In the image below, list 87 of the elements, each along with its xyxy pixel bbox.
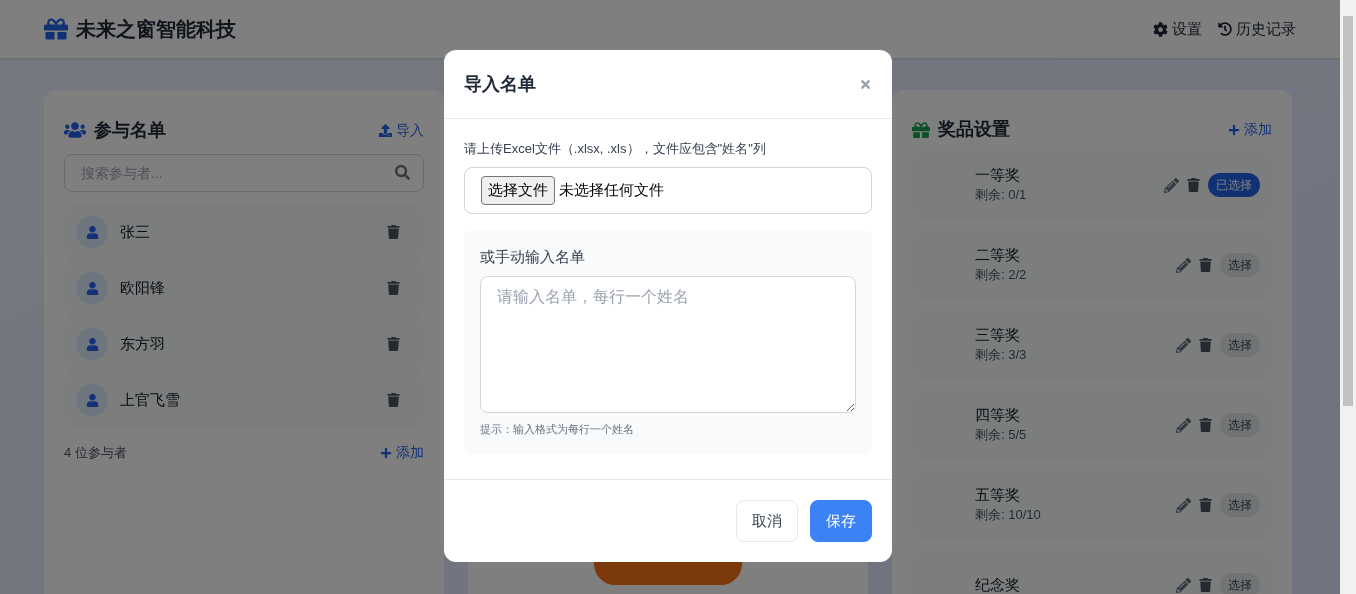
upload-instruction: 请上传Excel文件（.xlsx, .xls），文件应包含"姓名"列 xyxy=(464,140,767,158)
trash-icon xyxy=(387,281,400,295)
upload-icon xyxy=(379,123,392,137)
scrollbar[interactable] xyxy=(1340,0,1356,594)
delete-button[interactable] xyxy=(1199,578,1212,592)
select-button[interactable]: 选择 xyxy=(1220,413,1260,437)
delete-button[interactable] xyxy=(1199,498,1212,512)
file-status: 未选择任何文件 xyxy=(559,179,664,200)
avatar-icon xyxy=(76,272,108,304)
select-button[interactable]: 已选择 xyxy=(1208,173,1260,197)
trash-icon xyxy=(1199,338,1212,352)
import-button[interactable]: 导入 xyxy=(379,119,424,141)
trash-icon xyxy=(387,225,400,239)
panel-title: 奖品设置 xyxy=(938,118,1010,141)
plus-icon xyxy=(380,446,392,459)
prize-remaining: 剩余: 3/3 xyxy=(975,346,1027,364)
choose-file-button[interactable]: 选择文件 xyxy=(481,175,555,205)
select-button[interactable]: 选择 xyxy=(1220,253,1260,277)
nav-link[interactable]: 设置 xyxy=(1153,17,1202,41)
hint-text: 提示：输入格式为每行一个姓名 xyxy=(480,422,635,437)
prize-name: 纪念奖 xyxy=(975,575,1020,594)
trash-icon xyxy=(1199,418,1212,432)
dialog-button[interactable]: 保存 xyxy=(810,500,872,542)
edit-button[interactable] xyxy=(1176,497,1191,513)
prize-name: 五等奖 xyxy=(975,485,1021,505)
manual-label: 或手动输入名单 xyxy=(480,246,586,267)
avatar-icon xyxy=(76,384,108,416)
delete-button[interactable] xyxy=(387,337,400,351)
edit-button[interactable] xyxy=(1176,337,1191,353)
prize-name: 四等奖 xyxy=(975,405,1021,425)
trash-icon xyxy=(1199,258,1212,272)
edit-button[interactable] xyxy=(1176,417,1191,433)
dialog-button[interactable]: 取消 xyxy=(736,500,798,542)
trash-icon xyxy=(387,337,400,351)
file-input[interactable]: 选择文件 未选择任何文件 xyxy=(464,166,872,214)
participant-name: 欧阳锋 xyxy=(120,277,165,298)
pencil-icon xyxy=(1176,257,1191,273)
avatar-icon xyxy=(76,328,108,360)
add-button[interactable]: 添加 xyxy=(1228,119,1272,140)
settings-icon xyxy=(1153,21,1168,37)
participant-name: 上官飞雪 xyxy=(120,389,180,410)
trash-icon xyxy=(1187,178,1200,192)
select-button[interactable]: 选择 xyxy=(1220,333,1260,357)
prize-remaining: 剩余: 5/5 xyxy=(975,426,1027,444)
close-button[interactable] xyxy=(859,77,872,91)
pencil-icon xyxy=(1176,337,1191,353)
participant-count: 4 位参与者 xyxy=(64,443,127,462)
pencil-icon xyxy=(1164,177,1179,193)
prize-remaining: 剩余: 2/2 xyxy=(975,266,1027,284)
pencil-icon xyxy=(1176,497,1191,513)
plus-icon xyxy=(1228,123,1240,136)
dialog-title: 导入名单 xyxy=(464,72,536,96)
delete-button[interactable] xyxy=(1199,258,1212,272)
add-button[interactable]: 添加 xyxy=(380,442,424,463)
participant-name: 东方羽 xyxy=(120,333,165,354)
delete-button[interactable] xyxy=(387,393,400,407)
trash-icon xyxy=(1199,498,1212,512)
select-button[interactable]: 选择 xyxy=(1220,573,1260,594)
history-icon xyxy=(1218,22,1232,36)
gift-icon xyxy=(44,17,68,41)
participant-name: 张三 xyxy=(120,221,150,242)
pencil-icon xyxy=(1176,417,1191,433)
delete-button[interactable] xyxy=(1199,338,1212,352)
delete-button[interactable] xyxy=(387,225,400,239)
prize-remaining: 剩余: 10/10 xyxy=(975,506,1041,524)
prize-name: 三等奖 xyxy=(975,325,1021,345)
pencil-icon xyxy=(1176,577,1191,593)
trash-icon xyxy=(387,393,400,407)
names-textarea[interactable]: 请输入名单，每行一个姓名 xyxy=(480,276,856,413)
prize-name: 二等奖 xyxy=(975,245,1021,265)
prize-remaining: 剩余: 0/1 xyxy=(975,186,1027,204)
delete-button[interactable] xyxy=(387,281,400,295)
avatar-icon xyxy=(76,216,108,248)
app-title: 未来之窗智能科技 xyxy=(76,17,236,42)
trash-icon xyxy=(1199,578,1212,592)
gift-icon xyxy=(912,120,930,139)
panel-title: 参与名单 xyxy=(94,118,166,142)
search-icon xyxy=(395,165,410,180)
delete-button[interactable] xyxy=(1199,418,1212,432)
prize-name: 一等奖 xyxy=(975,165,1021,185)
users-icon xyxy=(64,121,86,139)
close-icon xyxy=(859,77,872,91)
edit-button[interactable] xyxy=(1176,257,1191,273)
edit-button[interactable] xyxy=(1164,177,1179,193)
select-button[interactable]: 选择 xyxy=(1220,493,1260,517)
delete-button[interactable] xyxy=(1187,178,1200,192)
nav-link[interactable]: 历史记录 xyxy=(1218,17,1296,41)
